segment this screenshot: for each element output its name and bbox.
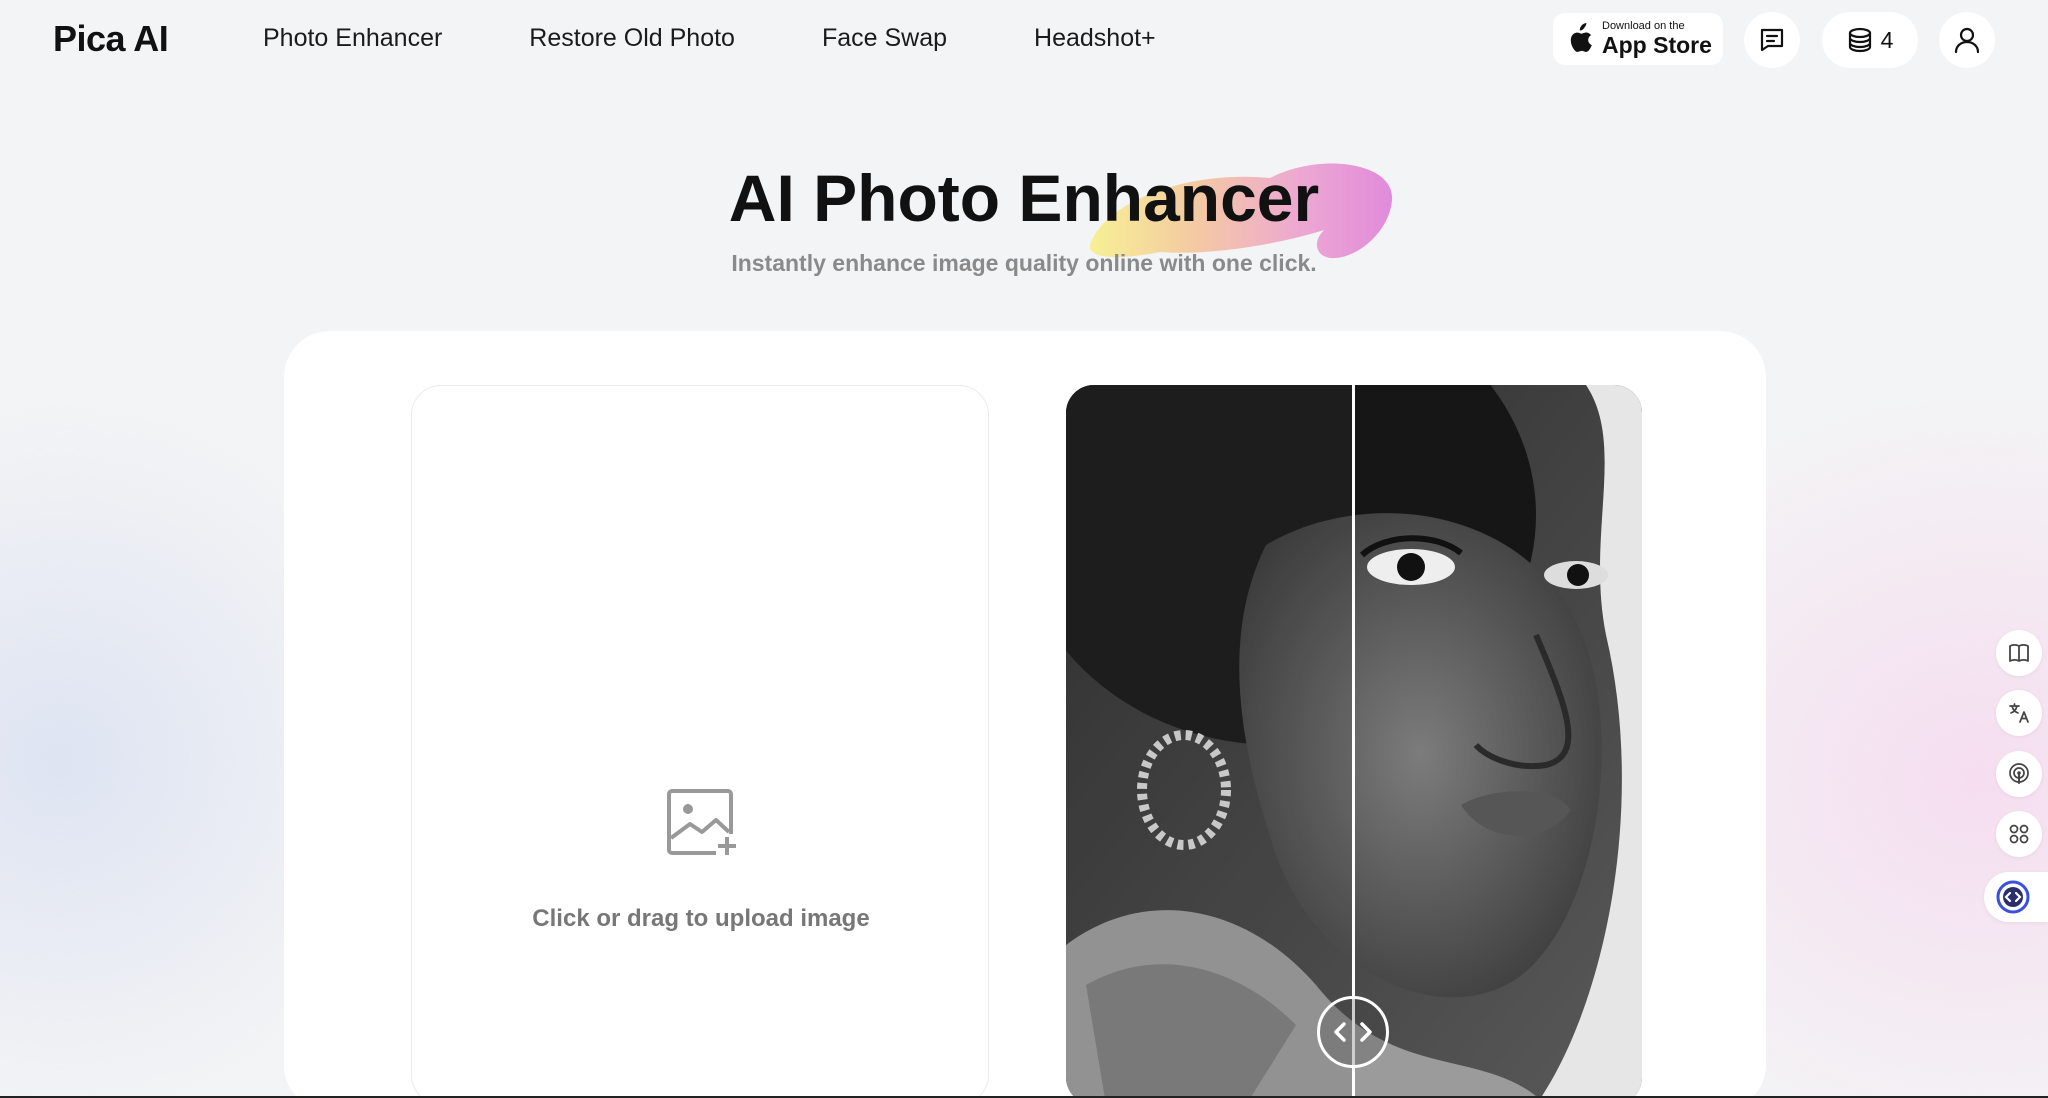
- user-icon: [1954, 27, 1980, 54]
- chat-bot-icon: [1996, 880, 2030, 914]
- book-icon: [2009, 643, 2029, 662]
- credits-count: 4: [1880, 26, 1894, 53]
- credits-button[interactable]: 4: [1822, 12, 1918, 68]
- image-add-icon: [667, 789, 738, 856]
- before-after-preview[interactable]: [1066, 385, 1642, 1098]
- compare-slider-handle[interactable]: [1317, 996, 1389, 1068]
- nav-restore-old-photo[interactable]: Restore Old Photo: [529, 24, 735, 53]
- main-nav: Photo Enhancer Restore Old Photo Face Sw…: [263, 24, 1243, 53]
- page-title: AI Photo Enhancer: [0, 160, 2048, 236]
- nav-headshot[interactable]: Headshot+: [1034, 24, 1156, 53]
- nav-face-swap[interactable]: Face Swap: [822, 24, 947, 53]
- message-icon: [1760, 28, 1784, 52]
- app-store-big-text: App Store: [1602, 32, 1712, 58]
- compare-divider[interactable]: [1352, 385, 1355, 1098]
- translate-icon: [2009, 703, 2029, 723]
- upload-dropzone[interactable]: Click or drag to upload image: [411, 385, 989, 1098]
- coins-icon: [1848, 27, 1871, 53]
- page-title-text: AI Photo Enhancer: [728, 161, 1320, 235]
- language-button[interactable]: [1996, 690, 2042, 736]
- app-store-small-text: Download on the: [1602, 20, 1685, 32]
- compare-arrows-icon: [1334, 1022, 1372, 1042]
- page-subtitle: Instantly enhance image quality online w…: [731, 250, 1317, 276]
- podcast-icon: [2009, 763, 2029, 784]
- messages-button[interactable]: [1744, 12, 1800, 68]
- app-store-button[interactable]: Download on the App Store: [1553, 13, 1723, 65]
- apps-icon: [2009, 824, 2029, 844]
- nav-photo-enhancer[interactable]: Photo Enhancer: [263, 24, 442, 53]
- logo-text: Pica AI: [53, 18, 169, 59]
- app-store-text: Download on the App Store: [1602, 21, 1712, 57]
- guide-button[interactable]: [1996, 630, 2042, 676]
- upload-label: Click or drag to upload image: [532, 905, 870, 932]
- community-button[interactable]: [1996, 751, 2042, 797]
- ai-assistant-button[interactable]: [1984, 872, 2048, 922]
- user-button[interactable]: [1939, 12, 1995, 68]
- logo[interactable]: Pica AI: [53, 18, 169, 60]
- apps-button[interactable]: [1996, 811, 2042, 857]
- header: Pica AI Photo Enhancer Restore Old Photo…: [0, 0, 2048, 80]
- apple-icon: [1570, 23, 1592, 52]
